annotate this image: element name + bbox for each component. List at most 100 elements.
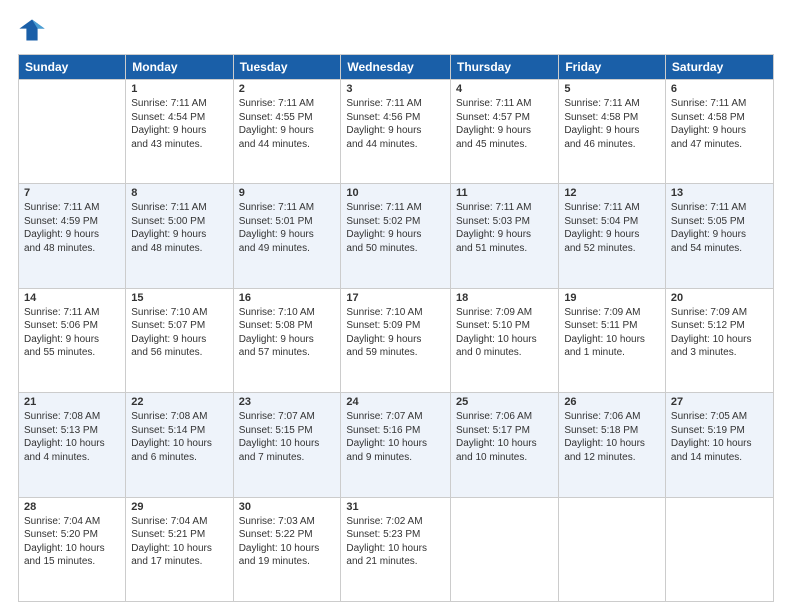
calendar-cell: 6 Sunrise: 7:11 AMSunset: 4:58 PMDaylight… (665, 80, 773, 184)
day-number: 15 (131, 292, 227, 304)
weekday-sunday: Sunday (19, 55, 126, 80)
cell-info: Sunrise: 7:11 AMSunset: 5:02 PMDaylight:… (346, 201, 445, 255)
cell-info: Sunrise: 7:09 AMSunset: 5:12 PMDaylight:… (671, 306, 768, 360)
cell-info: Sunrise: 7:11 AMSunset: 4:55 PMDaylight:… (239, 97, 336, 151)
day-number: 28 (24, 501, 120, 513)
calendar-cell: 23 Sunrise: 7:07 AMSunset: 5:15 PMDayligh… (233, 393, 341, 497)
day-number: 17 (346, 292, 445, 304)
calendar-cell: 22 Sunrise: 7:08 AMSunset: 5:14 PMDayligh… (126, 393, 233, 497)
calendar-cell: 11Sunrise: 7:11 AMSunset: 5:03 PMDayligh… (450, 184, 558, 288)
day-number: 18 (456, 292, 553, 304)
cell-info: Sunrise: 7:11 AMSunset: 5:00 PMDaylight:… (131, 201, 227, 255)
cell-info: Sunrise: 7:08 AMSunset: 5:14 PMDaylight:… (131, 410, 227, 464)
cell-info: Sunrise: 7:11 AMSunset: 4:56 PMDaylight:… (346, 97, 445, 151)
day-number: 27 (671, 396, 768, 408)
day-number: 10 (346, 187, 445, 199)
weekday-header-row: SundayMondayTuesdayWednesdayThursdayFrid… (19, 55, 774, 80)
calendar-cell: 3 Sunrise: 7:11 AMSunset: 4:56 PMDaylight… (341, 80, 451, 184)
page: SundayMondayTuesdayWednesdayThursdayFrid… (0, 0, 792, 612)
logo-bird-icon (18, 16, 46, 44)
calendar-cell: 21 Sunrise: 7:08 AMSunset: 5:13 PMDayligh… (19, 393, 126, 497)
cell-info: Sunrise: 7:06 AMSunset: 5:18 PMDaylight:… (564, 410, 660, 464)
calendar-cell: 7 Sunrise: 7:11 AMSunset: 4:59 PMDaylight… (19, 184, 126, 288)
cell-info: Sunrise: 7:11 AMSunset: 5:03 PMDaylight:… (456, 201, 553, 255)
cell-info: Sunrise: 7:05 AMSunset: 5:19 PMDaylight:… (671, 410, 768, 464)
calendar-cell: 2 Sunrise: 7:11 AMSunset: 4:55 PMDaylight… (233, 80, 341, 184)
day-number: 8 (131, 187, 227, 199)
cell-info: Sunrise: 7:06 AMSunset: 5:17 PMDaylight:… (456, 410, 553, 464)
weekday-tuesday: Tuesday (233, 55, 341, 80)
cell-info: Sunrise: 7:11 AMSunset: 5:01 PMDaylight:… (239, 201, 336, 255)
weekday-monday: Monday (126, 55, 233, 80)
calendar-cell (450, 497, 558, 601)
cell-info: Sunrise: 7:07 AMSunset: 5:16 PMDaylight:… (346, 410, 445, 464)
cell-info: Sunrise: 7:11 AMSunset: 4:57 PMDaylight:… (456, 97, 553, 151)
calendar-cell: 24Sunrise: 7:07 AMSunset: 5:16 PMDayligh… (341, 393, 451, 497)
calendar-table: SundayMondayTuesdayWednesdayThursdayFrid… (18, 54, 774, 602)
cell-info: Sunrise: 7:07 AMSunset: 5:15 PMDaylight:… (239, 410, 336, 464)
day-number: 2 (239, 83, 336, 95)
calendar-cell: 17 Sunrise: 7:10 AMSunset: 5:09 PMDayligh… (341, 288, 451, 392)
cell-info: Sunrise: 7:02 AMSunset: 5:23 PMDaylight:… (346, 515, 445, 569)
calendar-cell: 1 Sunrise: 7:11 AMSunset: 4:54 PMDaylight… (126, 80, 233, 184)
week-row-2: 14 Sunrise: 7:11 AMSunset: 5:06 PMDayligh… (19, 288, 774, 392)
calendar-cell: 26 Sunrise: 7:06 AMSunset: 5:18 PMDayligh… (559, 393, 666, 497)
weekday-friday: Friday (559, 55, 666, 80)
day-number: 25 (456, 396, 553, 408)
calendar-cell (559, 497, 666, 601)
calendar-cell: 9 Sunrise: 7:11 AMSunset: 5:01 PMDaylight… (233, 184, 341, 288)
cell-info: Sunrise: 7:04 AMSunset: 5:21 PMDaylight:… (131, 515, 227, 569)
day-number: 21 (24, 396, 120, 408)
cell-info: Sunrise: 7:11 AMSunset: 4:59 PMDaylight:… (24, 201, 120, 255)
calendar-cell: 12 Sunrise: 7:11 AMSunset: 5:04 PMDayligh… (559, 184, 666, 288)
week-row-3: 21 Sunrise: 7:08 AMSunset: 5:13 PMDayligh… (19, 393, 774, 497)
calendar-cell: 19 Sunrise: 7:09 AMSunset: 5:11 PMDayligh… (559, 288, 666, 392)
day-number: 3 (346, 83, 445, 95)
calendar-cell: 29 Sunrise: 7:04 AMSunset: 5:21 PMDayligh… (126, 497, 233, 601)
calendar-cell: 15 Sunrise: 7:10 AMSunset: 5:07 PMDayligh… (126, 288, 233, 392)
day-number: 22 (131, 396, 227, 408)
day-number: 23 (239, 396, 336, 408)
weekday-wednesday: Wednesday (341, 55, 451, 80)
cell-info: Sunrise: 7:11 AMSunset: 5:04 PMDaylight:… (564, 201, 660, 255)
day-number: 30 (239, 501, 336, 513)
day-number: 13 (671, 187, 768, 199)
week-row-1: 7 Sunrise: 7:11 AMSunset: 4:59 PMDaylight… (19, 184, 774, 288)
cell-info: Sunrise: 7:11 AMSunset: 5:06 PMDaylight:… (24, 306, 120, 360)
calendar-cell: 8 Sunrise: 7:11 AMSunset: 5:00 PMDaylight… (126, 184, 233, 288)
calendar-cell: 13Sunrise: 7:11 AMSunset: 5:05 PMDayligh… (665, 184, 773, 288)
day-number: 29 (131, 501, 227, 513)
cell-info: Sunrise: 7:11 AMSunset: 4:58 PMDaylight:… (671, 97, 768, 151)
calendar-cell (665, 497, 773, 601)
calendar-cell: 25 Sunrise: 7:06 AMSunset: 5:17 PMDayligh… (450, 393, 558, 497)
cell-info: Sunrise: 7:10 AMSunset: 5:07 PMDaylight:… (131, 306, 227, 360)
calendar-cell: 20Sunrise: 7:09 AMSunset: 5:12 PMDayligh… (665, 288, 773, 392)
cell-info: Sunrise: 7:10 AMSunset: 5:09 PMDaylight:… (346, 306, 445, 360)
day-number: 1 (131, 83, 227, 95)
weekday-thursday: Thursday (450, 55, 558, 80)
header (18, 16, 774, 44)
cell-info: Sunrise: 7:09 AMSunset: 5:11 PMDaylight:… (564, 306, 660, 360)
day-number: 9 (239, 187, 336, 199)
calendar-cell: 18Sunrise: 7:09 AMSunset: 5:10 PMDayligh… (450, 288, 558, 392)
day-number: 12 (564, 187, 660, 199)
calendar-cell: 28Sunrise: 7:04 AMSunset: 5:20 PMDayligh… (19, 497, 126, 601)
calendar-cell: 30Sunrise: 7:03 AMSunset: 5:22 PMDayligh… (233, 497, 341, 601)
day-number: 4 (456, 83, 553, 95)
weekday-saturday: Saturday (665, 55, 773, 80)
cell-info: Sunrise: 7:11 AMSunset: 4:58 PMDaylight:… (564, 97, 660, 151)
calendar-cell: 5Sunrise: 7:11 AMSunset: 4:58 PMDaylight… (559, 80, 666, 184)
day-number: 19 (564, 292, 660, 304)
day-number: 26 (564, 396, 660, 408)
day-number: 7 (24, 187, 120, 199)
day-number: 6 (671, 83, 768, 95)
calendar-cell: 16Sunrise: 7:10 AMSunset: 5:08 PMDayligh… (233, 288, 341, 392)
logo (18, 16, 50, 44)
cell-info: Sunrise: 7:11 AMSunset: 4:54 PMDaylight:… (131, 97, 227, 151)
calendar-cell: 31 Sunrise: 7:02 AMSunset: 5:23 PMDayligh… (341, 497, 451, 601)
calendar-cell: 4 Sunrise: 7:11 AMSunset: 4:57 PMDaylight… (450, 80, 558, 184)
cell-info: Sunrise: 7:08 AMSunset: 5:13 PMDaylight:… (24, 410, 120, 464)
day-number: 14 (24, 292, 120, 304)
week-row-4: 28Sunrise: 7:04 AMSunset: 5:20 PMDayligh… (19, 497, 774, 601)
day-number: 31 (346, 501, 445, 513)
